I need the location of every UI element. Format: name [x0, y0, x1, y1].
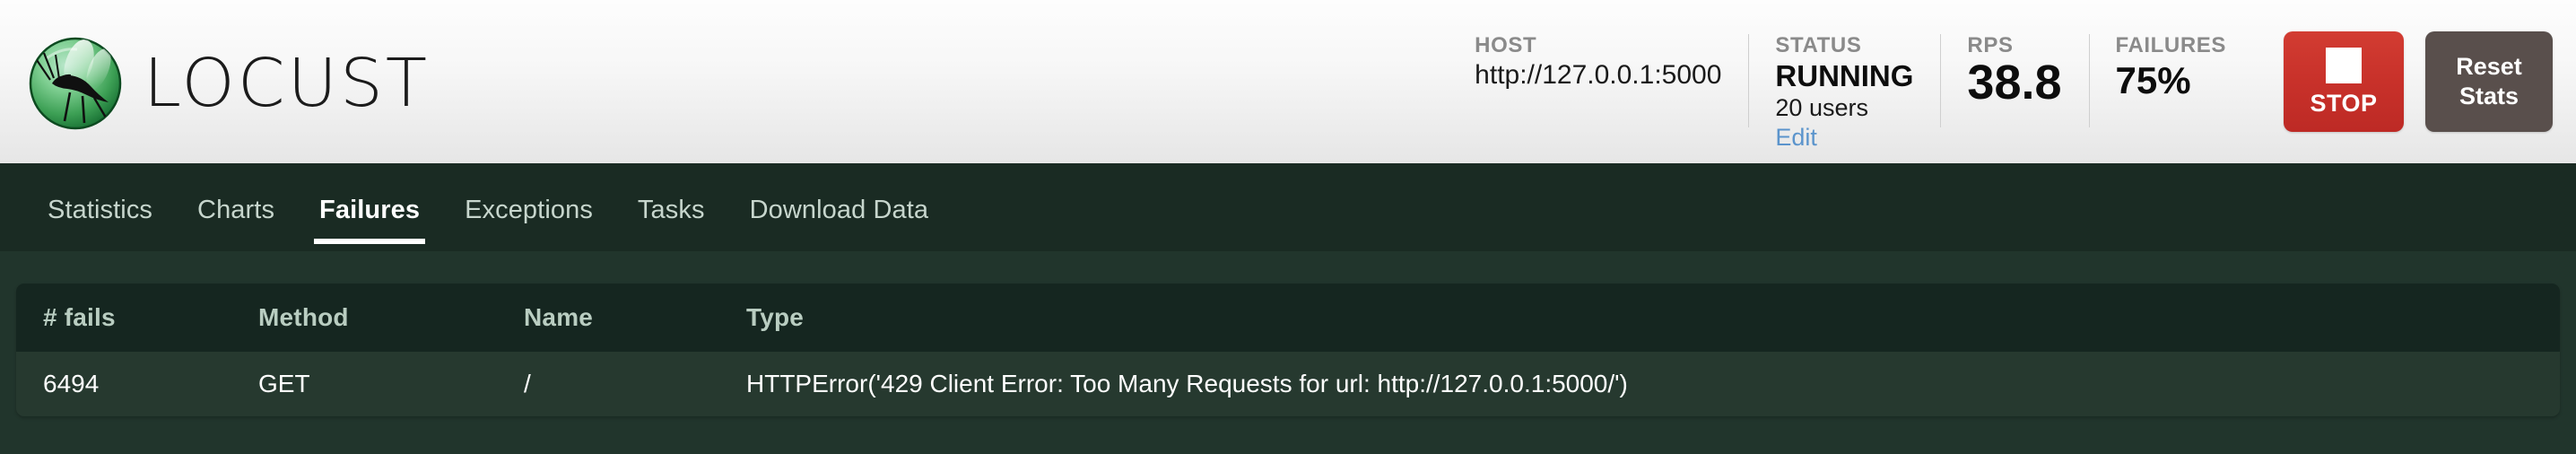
- app-header: LOCUST HOST http://127.0.0.1:5000 STATUS…: [0, 0, 2576, 163]
- failures-table-head: # fails Method Name Type: [16, 284, 2560, 352]
- table-header-row: # fails Method Name Type: [16, 284, 2560, 352]
- cell-fails: 6494: [16, 352, 258, 416]
- header-stats: HOST http://127.0.0.1:5000 STATUS RUNNIN…: [1466, 29, 2253, 151]
- column-header-type[interactable]: Type: [746, 284, 2560, 352]
- reset-stats-label: Reset Stats: [2456, 53, 2522, 109]
- tab-charts[interactable]: Charts: [175, 163, 297, 251]
- stat-host-value: http://127.0.0.1:5000: [1475, 60, 1722, 91]
- failures-table: # fails Method Name Type 6494 GET / HTTP…: [16, 284, 2560, 416]
- tab-exceptions[interactable]: Exceptions: [442, 163, 615, 251]
- tab-tasks[interactable]: Tasks: [615, 163, 727, 251]
- stat-failures: FAILURES 75%: [2088, 29, 2253, 135]
- failures-table-body: 6494 GET / HTTPError('429 Client Error: …: [16, 352, 2560, 416]
- locust-logo-icon: [20, 28, 131, 139]
- cell-name: /: [524, 352, 746, 416]
- status-value: RUNNING: [1775, 59, 1914, 93]
- brand-wordmark: LOCUST: [144, 45, 431, 122]
- failures-value: 75%: [2115, 59, 2191, 102]
- column-header-fails[interactable]: # fails: [16, 284, 258, 352]
- stat-rps-label: RPS: [1967, 33, 2014, 57]
- rps-value: 38.8: [1967, 56, 2062, 110]
- cell-type: HTTPError('429 Client Error: Too Many Re…: [746, 352, 2560, 416]
- tab-statistics[interactable]: Statistics: [25, 163, 175, 251]
- table-row: 6494 GET / HTTPError('429 Client Error: …: [16, 352, 2560, 416]
- content-area: # fails Method Name Type 6494 GET / HTTP…: [0, 251, 2576, 454]
- stop-button-label: STOP: [2310, 90, 2378, 117]
- stat-status: STATUS RUNNING 20 users Edit: [1748, 29, 1940, 151]
- brand: LOCUST: [20, 28, 427, 139]
- stat-rps: RPS 38.8: [1940, 29, 2088, 135]
- stat-host: HOST http://127.0.0.1:5000: [1466, 29, 1748, 135]
- tab-download-data[interactable]: Download Data: [727, 163, 952, 251]
- stat-status-label: STATUS: [1775, 33, 1862, 57]
- stat-host-label: HOST: [1475, 33, 1537, 57]
- stop-square-icon: [2326, 48, 2362, 83]
- user-count: 20 users: [1775, 94, 1868, 122]
- column-header-name[interactable]: Name: [524, 284, 746, 352]
- nav-tab-list: Statistics Charts Failures Exceptions Ta…: [25, 163, 951, 251]
- stat-failures-label: FAILURES: [2115, 33, 2226, 57]
- tab-failures[interactable]: Failures: [297, 163, 442, 251]
- cell-method: GET: [258, 352, 524, 416]
- column-header-method[interactable]: Method: [258, 284, 524, 352]
- header-buttons: STOP Reset Stats: [2284, 31, 2553, 132]
- edit-link[interactable]: Edit: [1775, 123, 1913, 152]
- stop-button[interactable]: STOP: [2284, 31, 2404, 132]
- main-navbar: Statistics Charts Failures Exceptions Ta…: [0, 163, 2576, 251]
- reset-stats-button[interactable]: Reset Stats: [2425, 31, 2553, 132]
